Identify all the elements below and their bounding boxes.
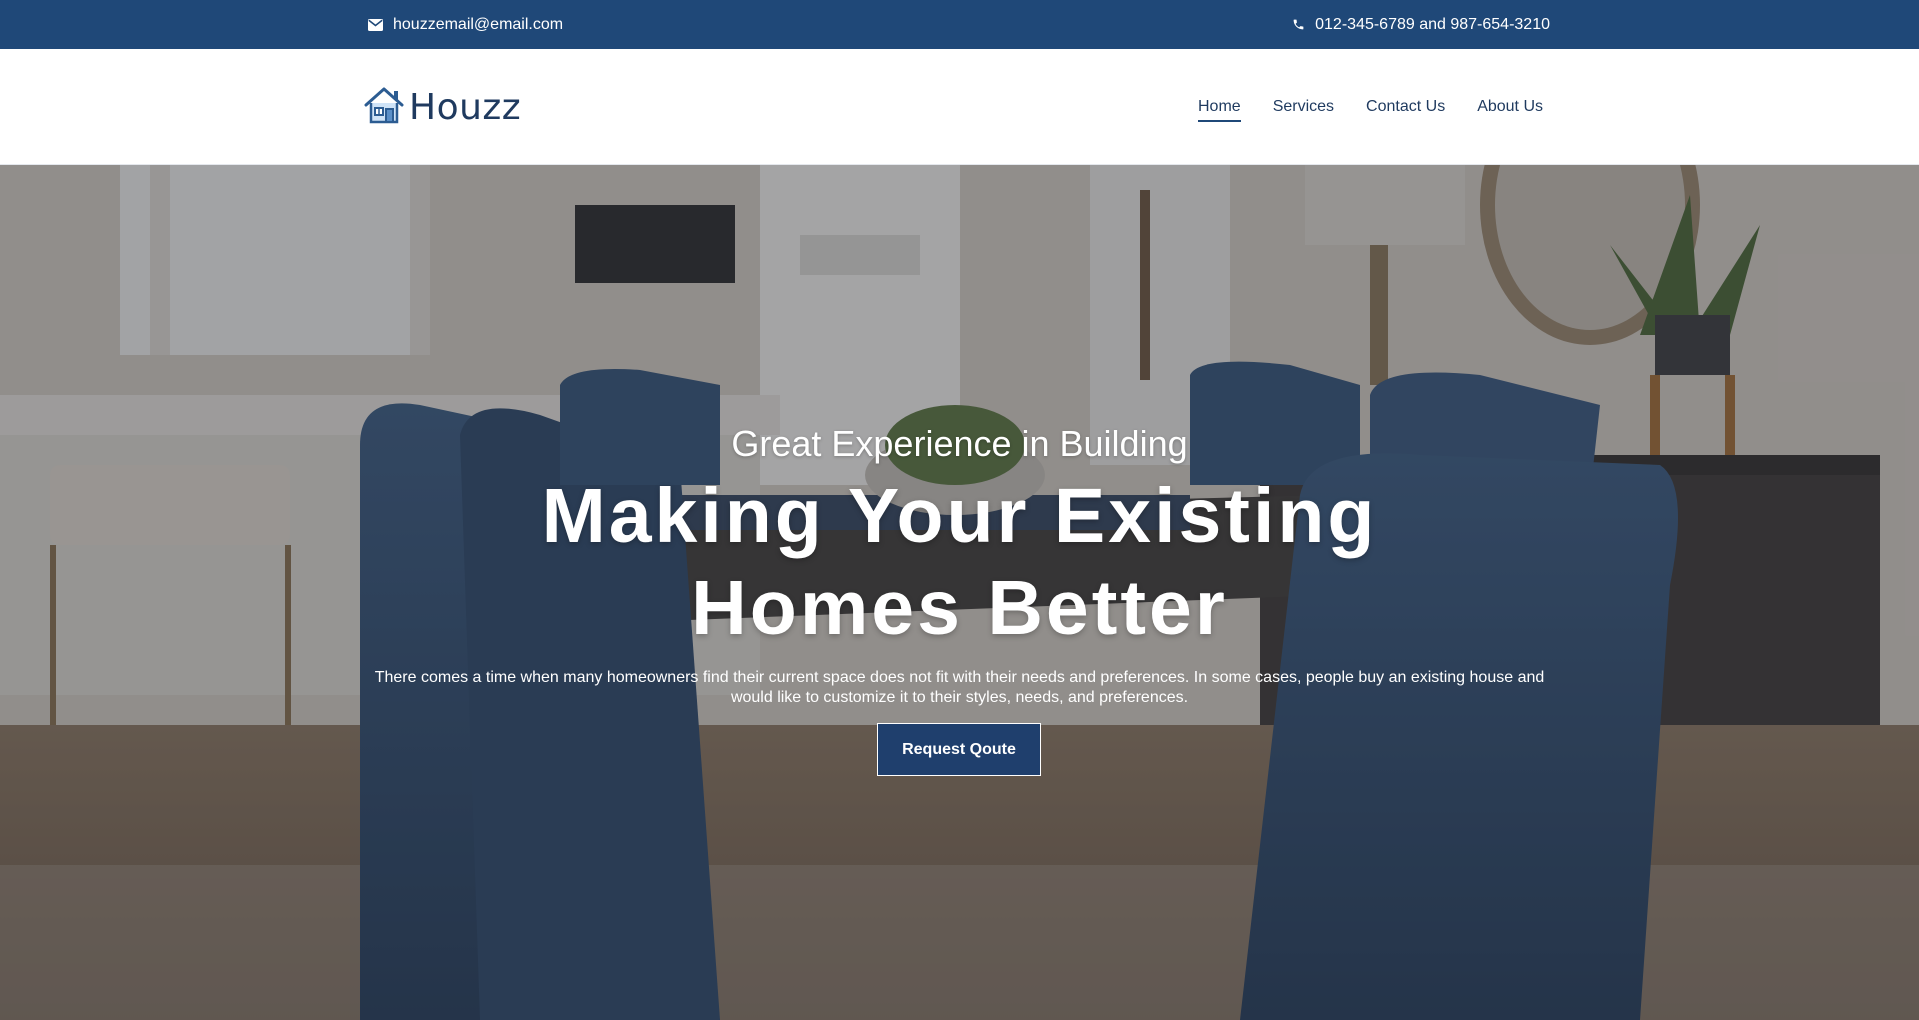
- nav-item-about-us[interactable]: About Us: [1477, 92, 1543, 122]
- envelope-icon: [368, 18, 383, 31]
- phone-text: 012-345-6789 and 987-654-3210: [1315, 15, 1550, 33]
- main-nav: Home Services Contact Us About Us: [1198, 49, 1543, 165]
- hero-description: There comes a time when many homeowners …: [374, 669, 1545, 706]
- site-logo[interactable]: Houzz: [363, 84, 521, 131]
- house-icon: [363, 84, 405, 131]
- nav-item-services[interactable]: Services: [1273, 92, 1334, 122]
- logo-text: Houzz: [409, 87, 522, 128]
- phone-contact[interactable]: 012-345-6789 and 987-654-3210: [1292, 0, 1550, 49]
- nav-item-contact-us[interactable]: Contact Us: [1366, 92, 1445, 122]
- hero-title-line-2: Homes Better: [691, 565, 1228, 651]
- hero-title-line-1: Making Your Existing: [541, 473, 1378, 559]
- email-contact[interactable]: houzzemail@email.com: [368, 0, 563, 49]
- top-contact-bar: houzzemail@email.com 012-345-6789 and 98…: [0, 0, 1919, 49]
- email-text: houzzemail@email.com: [393, 15, 564, 33]
- request-quote-button[interactable]: Request Qoute: [877, 723, 1041, 776]
- hero-eyebrow: Great Experience in Building: [731, 423, 1188, 464]
- site-header: Houzz Home Services Contact Us About Us: [0, 49, 1919, 165]
- hero-title: Making Your Existing Homes Better: [0, 470, 1919, 654]
- phone-icon: [1292, 18, 1305, 31]
- nav-item-home[interactable]: Home: [1198, 92, 1241, 122]
- hero-section: Great Experience in Building Making Your…: [0, 165, 1919, 1020]
